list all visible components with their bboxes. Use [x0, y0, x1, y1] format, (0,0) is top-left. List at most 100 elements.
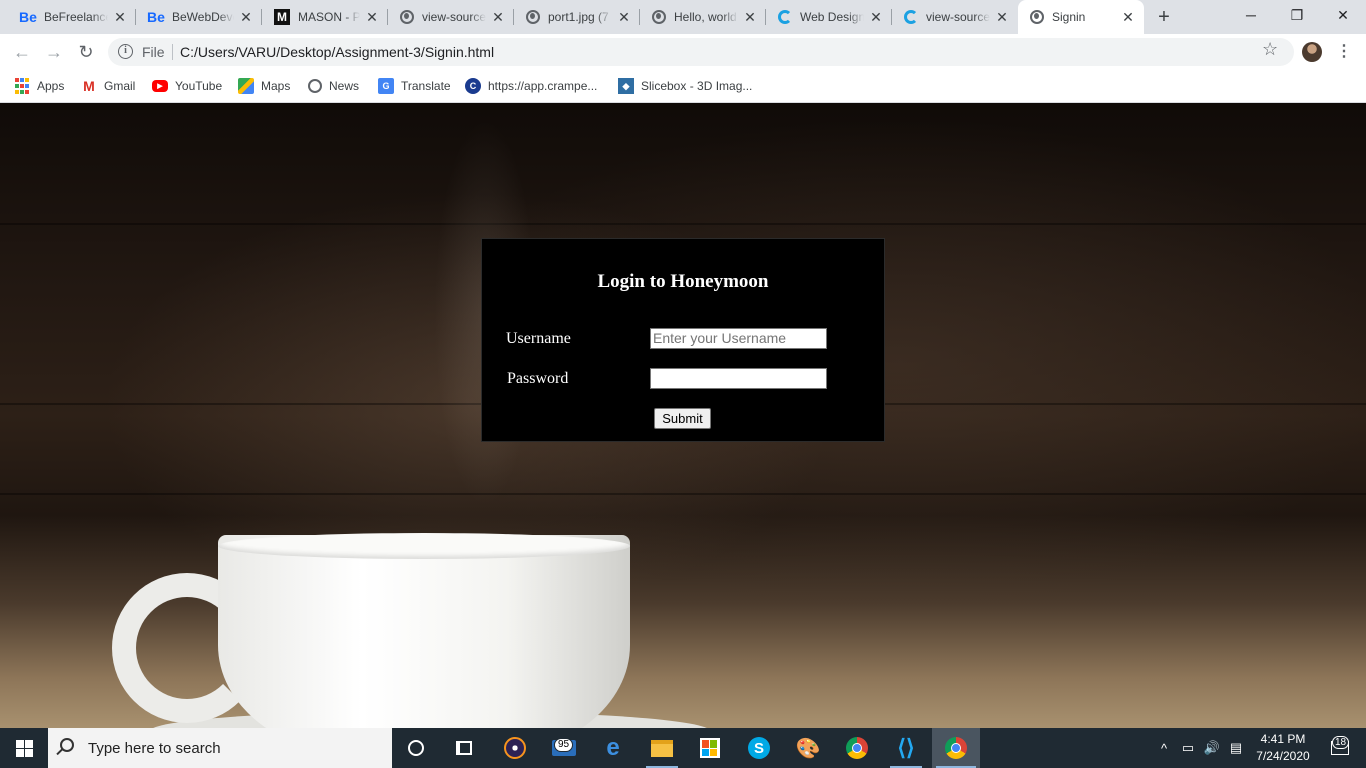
close-tab-icon[interactable]: ✕	[994, 9, 1010, 25]
wood-plank-line	[0, 493, 1366, 495]
edge-app[interactable]: e	[589, 728, 637, 768]
address-divider	[172, 44, 173, 60]
task-view-button[interactable]	[440, 728, 488, 768]
close-tab-icon[interactable]: ✕	[490, 9, 506, 25]
network-icon[interactable]: ▤	[1226, 728, 1246, 768]
chrome-icon	[945, 737, 967, 759]
coffee-cup	[218, 535, 630, 728]
web-icon	[904, 10, 918, 24]
new-tab-button[interactable]: +	[1152, 5, 1176, 29]
chrome-app[interactable]	[833, 728, 881, 768]
translate-icon: G	[378, 78, 394, 94]
browser-toolbar: ← → ↻ i File C:/Users/VARU/Desktop/Assig…	[0, 34, 1366, 70]
bookmark-crampete[interactable]: C https://app.crampe...	[465, 76, 597, 96]
task-view-icon	[456, 741, 472, 755]
bookmark-maps[interactable]: Maps	[238, 76, 290, 96]
tab-bewebdeveloper[interactable]: Be BeWebDeveloper ✕	[136, 0, 262, 34]
tab-port1[interactable]: port1.jpg (7 ✕	[514, 0, 640, 34]
close-tab-icon[interactable]: ✕	[742, 9, 758, 25]
bookmark-label: Slicebox - 3D Imag...	[641, 79, 753, 93]
scheme-label: File	[142, 44, 165, 60]
vscode-app[interactable]: ⟨⟩	[882, 728, 930, 768]
battery-icon[interactable]: ▭	[1178, 728, 1198, 768]
cortana-button[interactable]	[392, 728, 440, 768]
mason-icon: M	[274, 9, 290, 25]
tab-title: view-source	[422, 10, 486, 24]
tab-signin[interactable]: Signin ✕	[1018, 0, 1144, 34]
forward-button[interactable]: →	[42, 40, 66, 64]
start-button[interactable]	[0, 728, 48, 768]
close-window-button[interactable]: ✕	[1320, 0, 1366, 34]
page-viewport: Login to Honeymoon Username Enter your U…	[0, 103, 1366, 728]
eclipse-app[interactable]	[491, 728, 539, 768]
mail-app[interactable]: 95	[540, 728, 588, 768]
url-text[interactable]: C:/Users/VARU/Desktop/Assignment-3/Signi…	[180, 44, 494, 60]
tab-title: BeWebDeveloper	[172, 10, 234, 24]
password-label: Password	[507, 370, 569, 387]
paint-app[interactable]: 🎨	[784, 728, 832, 768]
vscode-icon: ⟨⟩	[897, 735, 915, 760]
news-icon	[308, 79, 322, 93]
store-app[interactable]	[686, 728, 734, 768]
web-icon	[778, 10, 792, 24]
reload-button[interactable]: ↻	[74, 40, 98, 64]
minimize-button[interactable]: ─	[1228, 0, 1274, 34]
bookmark-star-icon[interactable]: ☆	[1262, 39, 1278, 60]
bookmark-slicebox[interactable]: ◆ Slicebox - 3D Imag...	[618, 76, 752, 96]
address-bar[interactable]: i File C:/Users/VARU/Desktop/Assignment-…	[108, 38, 1294, 66]
tab-strip: Be BeFreelancer ✕ Be BeWebDeveloper ✕ M …	[0, 0, 1366, 34]
tab-hello-world[interactable]: Hello, world ✕	[640, 0, 766, 34]
close-tab-icon[interactable]: ✕	[1120, 9, 1136, 25]
password-input[interactable]	[650, 368, 827, 389]
bookmark-label: Gmail	[104, 79, 136, 93]
close-tab-icon[interactable]: ✕	[868, 9, 884, 25]
bookmark-apps[interactable]: Apps	[14, 76, 64, 96]
username-input[interactable]: Enter your Username	[650, 328, 827, 349]
username-label: Username	[506, 330, 571, 347]
eclipse-icon	[504, 737, 526, 759]
clock-time: 4:41 PM	[1260, 732, 1306, 746]
tab-befreelancer[interactable]: Be BeFreelancer ✕	[8, 0, 136, 34]
close-tab-icon[interactable]: ✕	[112, 9, 128, 25]
bookmark-news[interactable]: News	[308, 76, 359, 96]
tab-web-design[interactable]: Web Design ✕	[766, 0, 892, 34]
wood-plank-line	[0, 223, 1366, 225]
behance-icon: Be	[147, 9, 165, 25]
tab-view-source-2[interactable]: view-source ✕	[892, 0, 1018, 34]
maximize-button[interactable]: ❐	[1274, 0, 1320, 34]
cortana-icon	[408, 740, 424, 756]
tab-title: port1.jpg (7	[548, 10, 609, 24]
bookmarks-bar: Apps M Gmail ▶ YouTube Maps News G Trans…	[0, 70, 1366, 103]
globe-icon	[1030, 10, 1044, 24]
close-tab-icon[interactable]: ✕	[616, 9, 632, 25]
submit-button[interactable]: Submit	[654, 408, 711, 429]
store-icon	[700, 738, 720, 758]
bookmark-label: YouTube	[175, 79, 223, 93]
profile-avatar[interactable]	[1302, 42, 1322, 62]
close-tab-icon[interactable]: ✕	[364, 9, 380, 25]
tab-title: Web Design	[800, 10, 864, 24]
bookmark-translate[interactable]: G Translate	[378, 76, 451, 96]
paint-palette-icon: 🎨	[795, 737, 821, 760]
folder-icon	[651, 739, 673, 757]
info-icon[interactable]: i	[118, 44, 133, 59]
system-clock[interactable]: 4:41 PM 7/24/2020	[1248, 731, 1318, 765]
skype-app[interactable]: S	[735, 728, 783, 768]
chrome-active-app[interactable]	[932, 728, 980, 768]
login-form: Login to Honeymoon Username Enter your U…	[481, 238, 885, 442]
bookmark-gmail[interactable]: M Gmail	[81, 76, 135, 96]
volume-icon[interactable]: 🔊	[1202, 728, 1222, 768]
bookmark-youtube[interactable]: ▶ YouTube	[152, 76, 222, 96]
back-button[interactable]: ←	[10, 40, 34, 64]
tray-chevron[interactable]: ^	[1154, 728, 1174, 768]
browser-menu-button[interactable]: ⋮	[1336, 40, 1352, 64]
tab-view-source-1[interactable]: view-source ✕	[388, 0, 514, 34]
tab-title: view-source	[926, 10, 990, 24]
tab-mason[interactable]: M MASON - Portfolio ✕	[262, 0, 388, 34]
file-explorer-app[interactable]	[638, 728, 686, 768]
close-tab-icon[interactable]: ✕	[238, 9, 254, 25]
taskbar-search[interactable]: Type here to search	[48, 728, 392, 768]
bookmark-label: News	[329, 79, 360, 93]
windows-taskbar: Type here to search 95 e S 🎨 ⟨⟩ ^ ▭ 🔊 ▤ …	[0, 728, 1366, 768]
action-center-button[interactable]: 18	[1320, 728, 1360, 768]
